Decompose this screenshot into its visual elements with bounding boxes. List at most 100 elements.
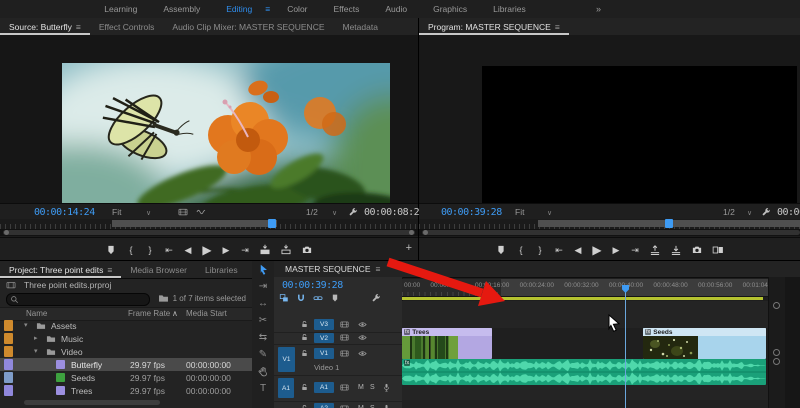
comparison-view-button[interactable] (712, 244, 724, 256)
audio-clip[interactable]: fx (402, 359, 766, 385)
tab-audio-clip-mixer-master-sequence[interactable]: Audio Clip Mixer: MASTER SEQUENCE (163, 19, 333, 35)
track-output-eye-icon[interactable] (358, 333, 367, 342)
add-marker-button[interactable] (495, 244, 507, 256)
play-button[interactable]: ▶ (592, 245, 602, 255)
tab-project-three-point-edits[interactable]: Project: Three point edits≡ (0, 262, 121, 278)
workspace-overflow-chevron[interactable]: » (596, 0, 601, 18)
timeline-ruler[interactable]: 00:0000:00:08:0000:00:16:0000:00:24:0000… (402, 279, 768, 297)
overwrite-button[interactable] (280, 244, 292, 256)
lock-icon[interactable] (300, 320, 309, 329)
playhead-line[interactable] (625, 285, 626, 408)
pen-tool[interactable]: ✎ (252, 346, 274, 363)
extract-button[interactable] (670, 244, 682, 256)
add-marker-button[interactable] (105, 244, 117, 256)
expander-icon[interactable]: ▸ (34, 334, 38, 342)
drag-audio-only-button[interactable] (196, 207, 206, 217)
mark-out-button[interactable]: } (535, 245, 545, 255)
track-select-forward-tool[interactable]: ⇥ (252, 278, 274, 295)
clip-trees[interactable]: fx Trees (402, 328, 492, 359)
program-zoom-caret-icon[interactable]: ∨ (547, 209, 552, 217)
hand-tool[interactable] (252, 363, 274, 380)
source-settings-wrench-icon[interactable] (348, 207, 358, 217)
track-name-v1[interactable]: V1 (314, 348, 334, 359)
track-header-a2[interactable]: A2 M S (274, 401, 402, 408)
lock-icon[interactable] (300, 404, 309, 408)
mark-in-button[interactable]: { (126, 245, 136, 255)
source-patch-v1[interactable]: V1 (278, 347, 295, 372)
app-tab-libraries[interactable]: Libraries (480, 0, 539, 18)
drag-video-only-button[interactable] (178, 207, 188, 217)
lift-button[interactable] (649, 244, 661, 256)
button-editor-button[interactable]: + (406, 242, 412, 254)
sync-lock-icon[interactable] (340, 320, 349, 329)
sync-lock-icon[interactable] (340, 383, 349, 392)
timeline-settings-button[interactable] (371, 293, 381, 303)
voiceover-mic-icon[interactable] (382, 383, 391, 392)
track-header-v1[interactable]: V1 V1 Video 1 (274, 344, 402, 376)
go-to-in-button[interactable]: ⇤ (554, 245, 564, 255)
source-playhead-handle[interactable] (268, 219, 276, 228)
play-button[interactable]: ▶ (202, 245, 212, 255)
program-mini-ruler[interactable] (419, 219, 800, 229)
panel-menu-icon[interactable]: ≡ (555, 22, 560, 32)
add-marker-button[interactable] (330, 293, 340, 303)
column-media-start[interactable]: Media Start (186, 309, 227, 318)
program-playhead-handle[interactable] (665, 219, 673, 228)
razor-tool[interactable]: ✂ (252, 312, 274, 329)
step-forward-button[interactable]: ▶ (611, 245, 621, 255)
column-name[interactable]: Name (26, 309, 47, 318)
app-tab-effects[interactable]: Effects (321, 0, 373, 18)
program-zoom-select[interactable]: Fit (515, 207, 524, 217)
program-playback-resolution[interactable]: 1/2 (723, 207, 735, 217)
program-resolution-caret-icon[interactable]: ∨ (747, 209, 752, 217)
project-row-seeds[interactable]: Seeds29.97 fps00:00:00:00 (0, 371, 252, 384)
column-frame-rate[interactable]: Frame Rate (128, 309, 170, 318)
source-zoom-caret-icon[interactable]: ∨ (146, 209, 151, 217)
panel-menu-icon[interactable]: ≡ (107, 265, 112, 275)
export-frame-button[interactable] (691, 244, 703, 256)
source-resolution-caret-icon[interactable]: ∨ (332, 209, 337, 217)
source-viewer[interactable] (0, 35, 418, 203)
track-a2-content[interactable] (402, 385, 768, 401)
track-header-a1[interactable]: A1 A1 M S (274, 375, 402, 402)
program-settings-wrench-icon[interactable] (761, 207, 771, 217)
tab-media-browser[interactable]: Media Browser (121, 262, 196, 278)
timeline-timecode[interactable]: 00:00:39:28 (282, 280, 343, 291)
track-name-a2[interactable]: A2 (314, 403, 334, 408)
go-to-out-button[interactable]: ⇥ (630, 245, 640, 255)
source-zoom-select[interactable]: Fit (112, 207, 121, 217)
track-a1-content[interactable]: fx (402, 359, 768, 386)
lock-icon[interactable] (300, 349, 309, 358)
expander-icon[interactable]: ▾ (34, 347, 38, 355)
app-tab-audio[interactable]: Audio (372, 0, 420, 18)
voiceover-mic-icon[interactable] (382, 404, 391, 408)
project-horizontal-scrollbar[interactable] (24, 400, 160, 405)
app-tab-color[interactable]: Color (274, 0, 320, 18)
mark-out-button[interactable]: } (145, 245, 155, 255)
sync-lock-icon[interactable] (340, 333, 349, 342)
tab-master-sequence[interactable]: MASTER SEQUENCE≡ (285, 264, 380, 274)
tab-libraries[interactable]: Libraries (196, 262, 247, 278)
panel-menu-icon[interactable]: ≡ (376, 264, 381, 274)
expander-icon[interactable]: ▾ (24, 321, 28, 329)
mute-button[interactable]: M (358, 384, 364, 391)
project-row-video[interactable]: ▾Video (0, 345, 252, 358)
step-back-button[interactable]: ◀ (183, 245, 193, 255)
track-output-eye-icon[interactable] (358, 349, 367, 358)
track-name-v3[interactable]: V3 (314, 319, 334, 330)
insert-button[interactable] (259, 244, 271, 256)
sort-ascending-icon[interactable]: ∧ (172, 309, 178, 318)
track-v1-content[interactable]: fx Trees fx (402, 328, 768, 360)
project-row-trees[interactable]: Trees29.97 fps00:00:00:00 (0, 384, 252, 397)
program-zoom-scrollbar[interactable] (419, 229, 800, 236)
insert-overwrite-nest-button[interactable] (279, 293, 289, 303)
lock-icon[interactable] (300, 383, 309, 392)
timeline-vertical-scrollbar[interactable] (768, 277, 786, 408)
track-a3-content[interactable] (402, 400, 768, 408)
step-forward-button[interactable]: ▶ (221, 245, 231, 255)
app-tab-editing[interactable]: Editing (213, 0, 265, 18)
track-name-v2[interactable]: V2 (314, 333, 334, 343)
slip-tool[interactable]: ⇆ (252, 329, 274, 346)
workspace-menu-icon[interactable]: ≡ (265, 0, 274, 18)
source-video-frame[interactable] (62, 63, 390, 217)
